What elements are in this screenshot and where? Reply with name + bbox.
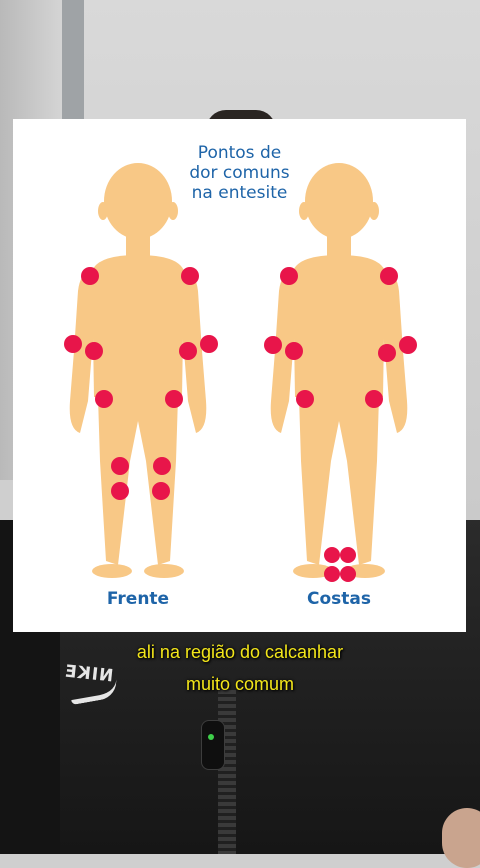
back-label: Costas <box>307 589 371 609</box>
background-doorframe <box>62 0 84 120</box>
microphone-led <box>208 734 214 740</box>
back-body-silhouette <box>270 163 408 578</box>
subtitle-line-2: muito comum <box>185 674 295 694</box>
jacket-zipper <box>218 690 236 854</box>
front-body-silhouette <box>69 163 207 578</box>
lapel-microphone <box>201 720 225 770</box>
title-line-1: Pontos de <box>197 143 282 163</box>
back-body-figure <box>259 161 419 591</box>
front-body-figure <box>58 161 218 591</box>
presenter-hand <box>442 808 480 868</box>
subtitle-line-1: ali na região do calcanhar <box>136 642 344 662</box>
front-label: Frente <box>106 589 170 609</box>
entesite-infographic-card: Pontos de dor comuns na entesite Frente … <box>13 119 466 632</box>
